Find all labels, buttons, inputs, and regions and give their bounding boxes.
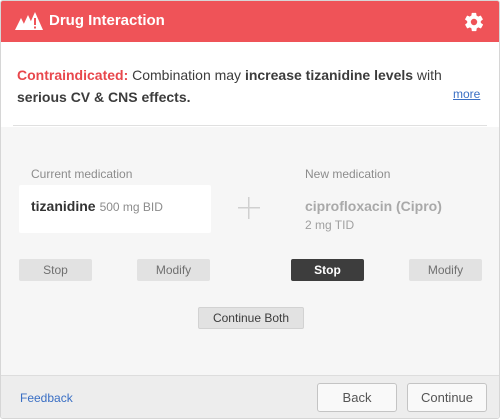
plus-icon [238, 197, 260, 219]
continue-both-button[interactable]: Continue Both [198, 307, 304, 329]
stop-current-button[interactable]: Stop [19, 259, 92, 281]
continue-button[interactable]: Continue [407, 383, 487, 412]
current-medication-card: tizanidine 500 mg BID [19, 185, 211, 233]
drug-interaction-dialog: Drug Interaction Contraindicated: Combin… [0, 0, 500, 419]
dialog-title: Drug Interaction [49, 12, 165, 29]
severity-label: Contraindicated: [17, 67, 129, 83]
interaction-warning: Contraindicated: Combination may increas… [17, 64, 481, 108]
new-med-name: ciprofloxacin (Cipro) [305, 198, 442, 214]
stop-new-button[interactable]: Stop [291, 259, 364, 281]
more-link[interactable]: more [453, 87, 480, 101]
current-medication-label: Current medication [31, 167, 133, 181]
current-med-name: tizanidine [31, 198, 96, 214]
dialog-header: Drug Interaction [1, 1, 499, 42]
new-med-dose: 2 mg TID [305, 218, 355, 232]
modify-new-button[interactable]: Modify [409, 259, 482, 281]
medication-panel [1, 127, 499, 375]
dialog-footer: Feedback Back Continue [1, 375, 499, 418]
divider [13, 125, 487, 126]
current-med-dose: 500 mg BID [99, 200, 163, 214]
current-med-name-wrap: tizanidine 500 mg BID [31, 198, 163, 214]
modify-current-button[interactable]: Modify [137, 259, 210, 281]
alert-triangles-icon [15, 12, 43, 30]
feedback-link[interactable]: Feedback [20, 391, 73, 405]
warning-bold-2: serious CV & CNS effects. [17, 89, 191, 105]
warning-text-2: with [413, 67, 442, 83]
warning-bold-1: increase tizanidine levels [244, 67, 414, 83]
back-button[interactable]: Back [317, 383, 397, 412]
gear-icon[interactable] [463, 11, 485, 33]
new-medication-label: New medication [305, 167, 391, 181]
warning-text-1: Combination may [128, 67, 245, 83]
